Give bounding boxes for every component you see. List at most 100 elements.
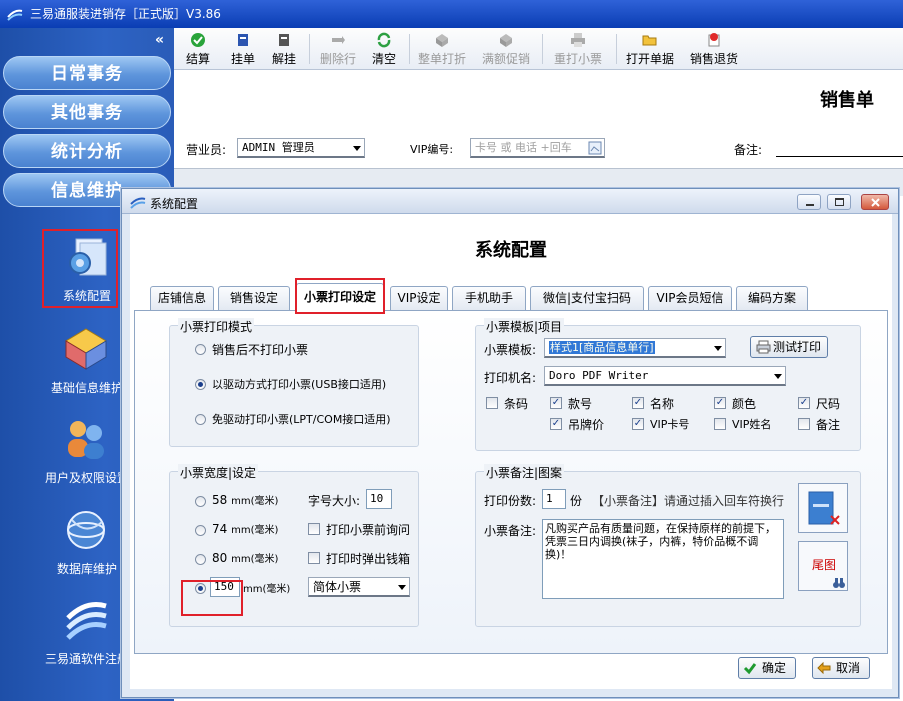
ticket-template-group: 小票模板|项目 小票模板: 样式1[商品信息单行] 测试打印 打印机名: Dor… [475,318,861,451]
tab-store-info[interactable]: 店铺信息 [150,286,214,310]
field-remark-checkbox[interactable] [798,418,810,430]
nav-daily-affairs[interactable]: 日常事务 [3,56,171,90]
hold-label: 挂单 [230,52,255,66]
tab-vip-sms[interactable]: VIP会员短信 [648,286,732,310]
header-image-box[interactable] [798,483,848,533]
reprint-ticket-label: 重打小票 [553,52,602,66]
lookup-icon[interactable] [588,141,602,155]
ticket-template-title: 小票模板|项目 [484,318,565,335]
pin-icon [238,34,248,46]
check-icon [743,663,757,675]
width-unit: mm(毫米) [231,525,279,536]
test-print-button[interactable]: 测试打印 [750,336,828,358]
ok-button[interactable]: 确定 [738,657,796,679]
remark-textarea[interactable]: 凡购买产品有质量问题，在保持原样的前提下，凭票三日内调换(袜子，内裤，特价品概不… [542,519,784,599]
print-mode-radio-none[interactable] [195,344,206,355]
print-mode-radio-nodriver[interactable] [195,414,206,425]
test-print-label: 测试打印 [772,340,821,354]
tab-sales-settings[interactable]: 销售设定 [218,286,290,310]
whole-discount-label: 整单打折 [417,52,466,66]
template-select[interactable]: 样式1[商品信息单行] [544,338,726,358]
nav-other-affairs[interactable]: 其他事务 [3,95,171,129]
vip-input[interactable]: 卡号 或 电话 +回车 [470,138,605,158]
highlight-box [42,229,118,308]
tab-vip-settings[interactable]: VIP设定 [390,286,448,310]
note-label: 备注: [734,143,763,157]
chevron-down-icon [714,346,722,351]
maximize-button[interactable] [827,194,851,210]
tab-wechat-alipay[interactable]: 微信|支付宝扫码 [530,286,644,310]
unpin-icon [279,34,289,46]
remark-hint: 【小票备注】请通过插入回车符换行 [592,494,785,508]
nav-statistics[interactable]: 统计分析 [3,134,171,168]
printer-label: 打印机名: [484,371,537,385]
clear-button[interactable]: 清空 [368,30,400,68]
highlight-box [181,580,243,616]
collapse-sidebar-button[interactable]: « [155,32,164,48]
font-size-label: 字号大小: [308,494,361,508]
open-document-button[interactable]: 打开单据 [624,30,676,68]
template-label: 小票模板: [484,343,537,357]
print-mode-none-label: 销售后不打印小票 [212,343,309,357]
tab-panel: 小票打印模式 销售后不打印小票 以驱动方式打印小票(USB接口适用) 免驱动打印… [134,310,888,654]
field-vip-name-label: VIP姓名 [732,418,772,431]
field-color-checkbox[interactable]: ✓ [714,397,726,409]
font-style-select[interactable]: 简体小票 [308,577,410,597]
cash-drawer-checkbox[interactable] [308,552,320,564]
dialog-title: 系统配置 [150,197,199,211]
print-mode-radio-driver[interactable] [195,379,206,390]
field-vip-name-checkbox[interactable] [714,418,726,430]
font-size-input[interactable]: 10 [366,489,392,509]
tab-mobile-assistant[interactable]: 手机助手 [452,286,526,310]
minimize-button[interactable] [797,194,821,210]
width-unit: mm(毫米) [231,554,279,565]
sales-title: 销售单 [820,90,874,111]
database-icon [67,511,105,549]
copies-input[interactable]: 1 [542,489,566,509]
field-vip-card-checkbox[interactable]: ✓ [632,418,644,430]
field-size-checkbox[interactable]: ✓ [798,397,810,409]
ticket-remark-group: 小票备注|图案 打印份数: 1 份 【小票备注】请通过插入回车符换行 小票备注:… [475,464,861,627]
field-tag-price-checkbox[interactable]: ✓ [550,418,562,430]
width-radio-58[interactable] [195,496,206,507]
width-74-value: 74 [212,522,228,536]
copies-label: 打印份数: [484,494,537,508]
delete-row-icon [332,36,345,44]
clerk-select[interactable]: ADMIN 管理员 [237,138,365,158]
sales-return-button[interactable]: 销售退货 [688,30,740,68]
close-button[interactable] [861,194,889,210]
refresh-icon [377,32,391,48]
toolbar: 结算 挂单 解挂 删除行 清空 整单打折 满额促销 重打小票 打开单据 销售退货 [174,28,903,70]
print-inquiry-checkbox[interactable] [308,523,320,535]
folder-open-icon [642,35,657,46]
cancel-button[interactable]: 取消 [812,657,870,679]
full-promo-button[interactable]: 满额促销 [480,30,532,68]
width-80-value: 80 [212,551,228,565]
field-name-checkbox[interactable]: ✓ [632,397,644,409]
tab-coding-scheme[interactable]: 编码方案 [736,286,808,310]
field-barcode-checkbox[interactable] [486,397,498,409]
minimize-icon [806,204,814,206]
reprint-ticket-button[interactable]: 重打小票 [552,30,604,68]
whole-discount-button[interactable]: 整单打折 [416,30,468,68]
unhold-button[interactable]: 解挂 [268,30,300,68]
copies-unit: 份 [570,494,583,508]
note-input[interactable] [776,156,903,157]
width-radio-74[interactable] [195,525,206,536]
clerk-value: ADMIN 管理员 [242,141,315,154]
delete-row-button[interactable]: 删除行 [316,30,360,68]
close-icon [871,198,880,207]
tail-image-box[interactable]: 尾图 [798,541,848,591]
hold-button[interactable]: 挂单 [227,30,259,68]
ok-label: 确定 [761,661,786,675]
field-style-no-checkbox[interactable]: ✓ [550,397,562,409]
discount-icon [436,34,448,47]
users-icon [68,421,104,459]
width-unit: mm(毫米) [231,496,279,507]
width-radio-80[interactable] [195,554,206,565]
open-document-label: 打开单据 [625,52,674,66]
printer-select[interactable]: Doro PDF Writer [544,366,786,386]
settle-button[interactable]: 结算 [182,30,214,68]
settle-label: 结算 [185,52,210,66]
toolbar-separator [309,34,310,64]
